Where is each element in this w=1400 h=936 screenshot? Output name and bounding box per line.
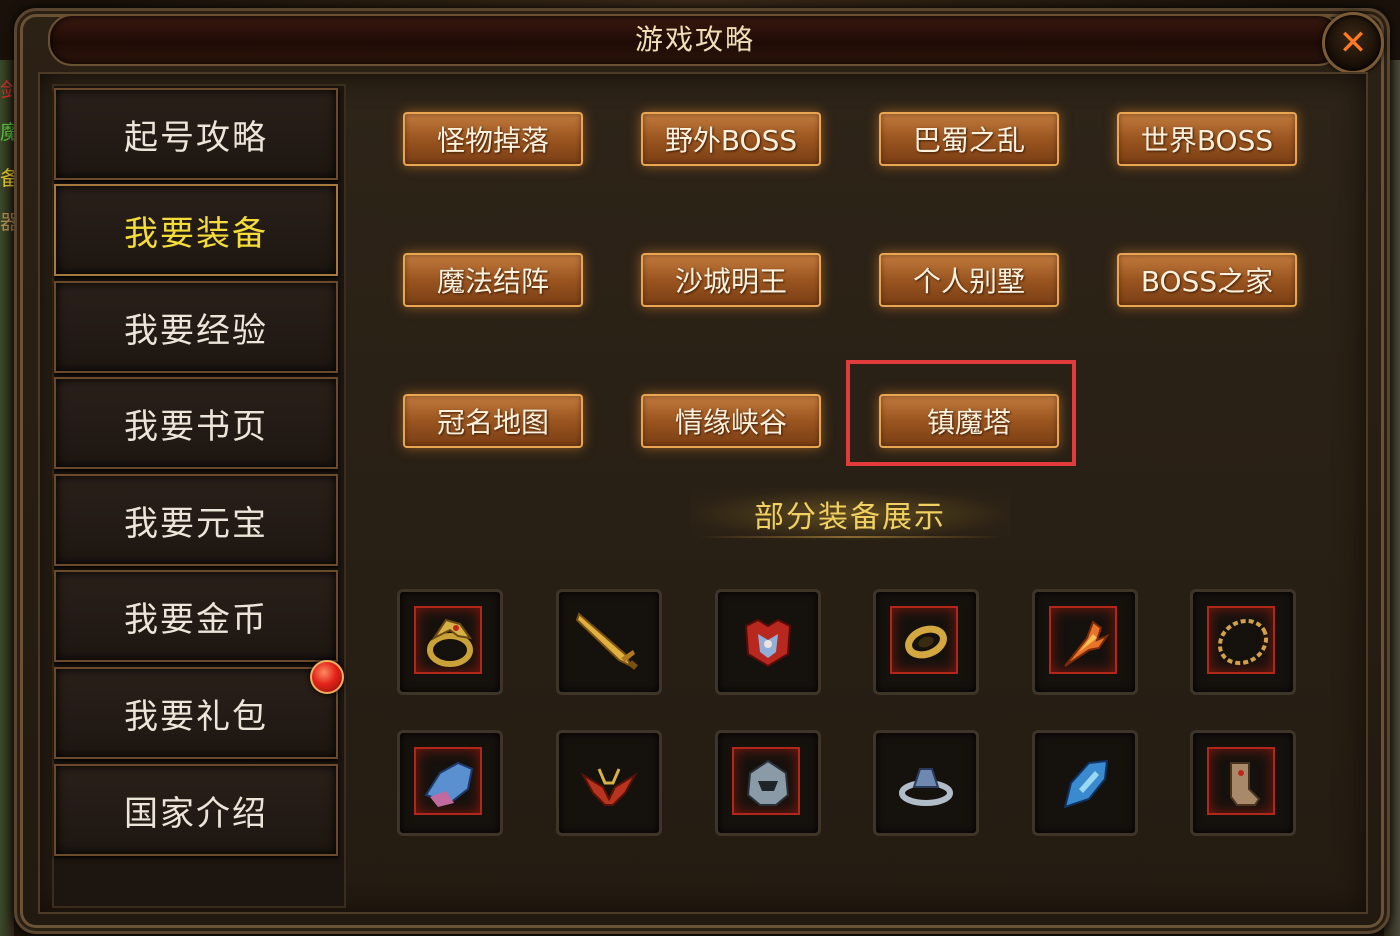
bronze-boots-icon (1230, 762, 1261, 806)
equipment-slot[interactable] (873, 589, 979, 695)
guide-button-monster-drops[interactable]: 怪物掉落 (403, 112, 583, 166)
menu-item-experience[interactable]: 我要经验 (54, 281, 338, 373)
equipment-slot[interactable] (1032, 589, 1138, 695)
menu-item-book-pages[interactable]: 我要书页 (54, 377, 338, 469)
side-glyph: 器 (0, 210, 14, 234)
guide-button-private-villa[interactable]: 个人别墅 (879, 253, 1059, 307)
blue-bracer-icon (424, 761, 474, 807)
title-bar: 游戏攻略 (48, 14, 1342, 66)
equipment-slot[interactable] (556, 730, 662, 836)
winged-belt-icon (580, 768, 638, 806)
equipment-slot[interactable] (1190, 589, 1296, 695)
guide-button-romance-canyon[interactable]: 情缘峡谷 (641, 394, 821, 448)
notification-dot (310, 660, 344, 694)
gold-ring-icon (905, 625, 947, 659)
menu-item-gift-pack[interactable]: 我要礼包 (54, 667, 338, 759)
silver-helmet-icon (746, 759, 790, 806)
equipment-slot[interactable] (556, 589, 662, 695)
flame-feather-icon (1064, 620, 1110, 667)
close-icon: ✕ (1338, 23, 1368, 63)
equipment-showcase-heading: 部分装备展示 (690, 488, 1010, 540)
equipment-slot[interactable] (1190, 730, 1296, 836)
side-glyph: 魔 (0, 120, 14, 144)
guide-button-bashu-chaos[interactable]: 巴蜀之乱 (879, 112, 1059, 166)
close-button[interactable]: ✕ (1322, 12, 1384, 74)
guide-button-world-boss[interactable]: 世界BOSS (1117, 112, 1297, 166)
guide-button-sand-city-king[interactable]: 沙城明王 (641, 253, 821, 307)
highlight-box (846, 360, 1076, 466)
equipment-slot[interactable] (1032, 730, 1138, 836)
silver-ring-icon (899, 768, 953, 806)
menu-item-yuanbao[interactable]: 我要元宝 (54, 474, 338, 566)
equipment-slot[interactable] (397, 589, 503, 695)
gold-chain-necklace-icon (1217, 618, 1269, 666)
menu-item-start-guide[interactable]: 起号攻略 (54, 88, 338, 180)
menu-item-gold[interactable]: 我要金币 (54, 570, 338, 662)
red-armor-icon (744, 618, 792, 668)
equipment-slot[interactable] (397, 730, 503, 836)
guide-button-boss-home[interactable]: BOSS之家 (1117, 253, 1297, 307)
side-glyph: 备 (0, 166, 14, 190)
equipment-slot[interactable] (715, 730, 821, 836)
heading-divider (700, 536, 1000, 538)
background-strip-left (0, 60, 14, 936)
blue-gauntlet-icon (1063, 759, 1109, 809)
window-title: 游戏攻略 (634, 23, 755, 56)
game-window: 剑 魔 备 器 游戏攻略 ✕ 起号攻略 我要装备 我要经验 我要书页 我要元宝 … (0, 0, 1400, 936)
side-glyph: 剑 (0, 78, 14, 102)
guide-button-titled-map[interactable]: 冠名地图 (403, 394, 583, 448)
guide-button-magic-array[interactable]: 魔法结阵 (403, 253, 583, 307)
equipment-slot[interactable] (715, 589, 821, 695)
golden-sword-icon (575, 612, 638, 670)
menu-item-country-intro[interactable]: 国家介绍 (54, 764, 338, 856)
guide-button-field-boss[interactable]: 野外BOSS (641, 112, 821, 166)
equipment-slot[interactable] (873, 730, 979, 836)
golden-dragon-ring-icon (427, 618, 473, 667)
menu-item-equipment[interactable]: 我要装备 (54, 184, 338, 276)
